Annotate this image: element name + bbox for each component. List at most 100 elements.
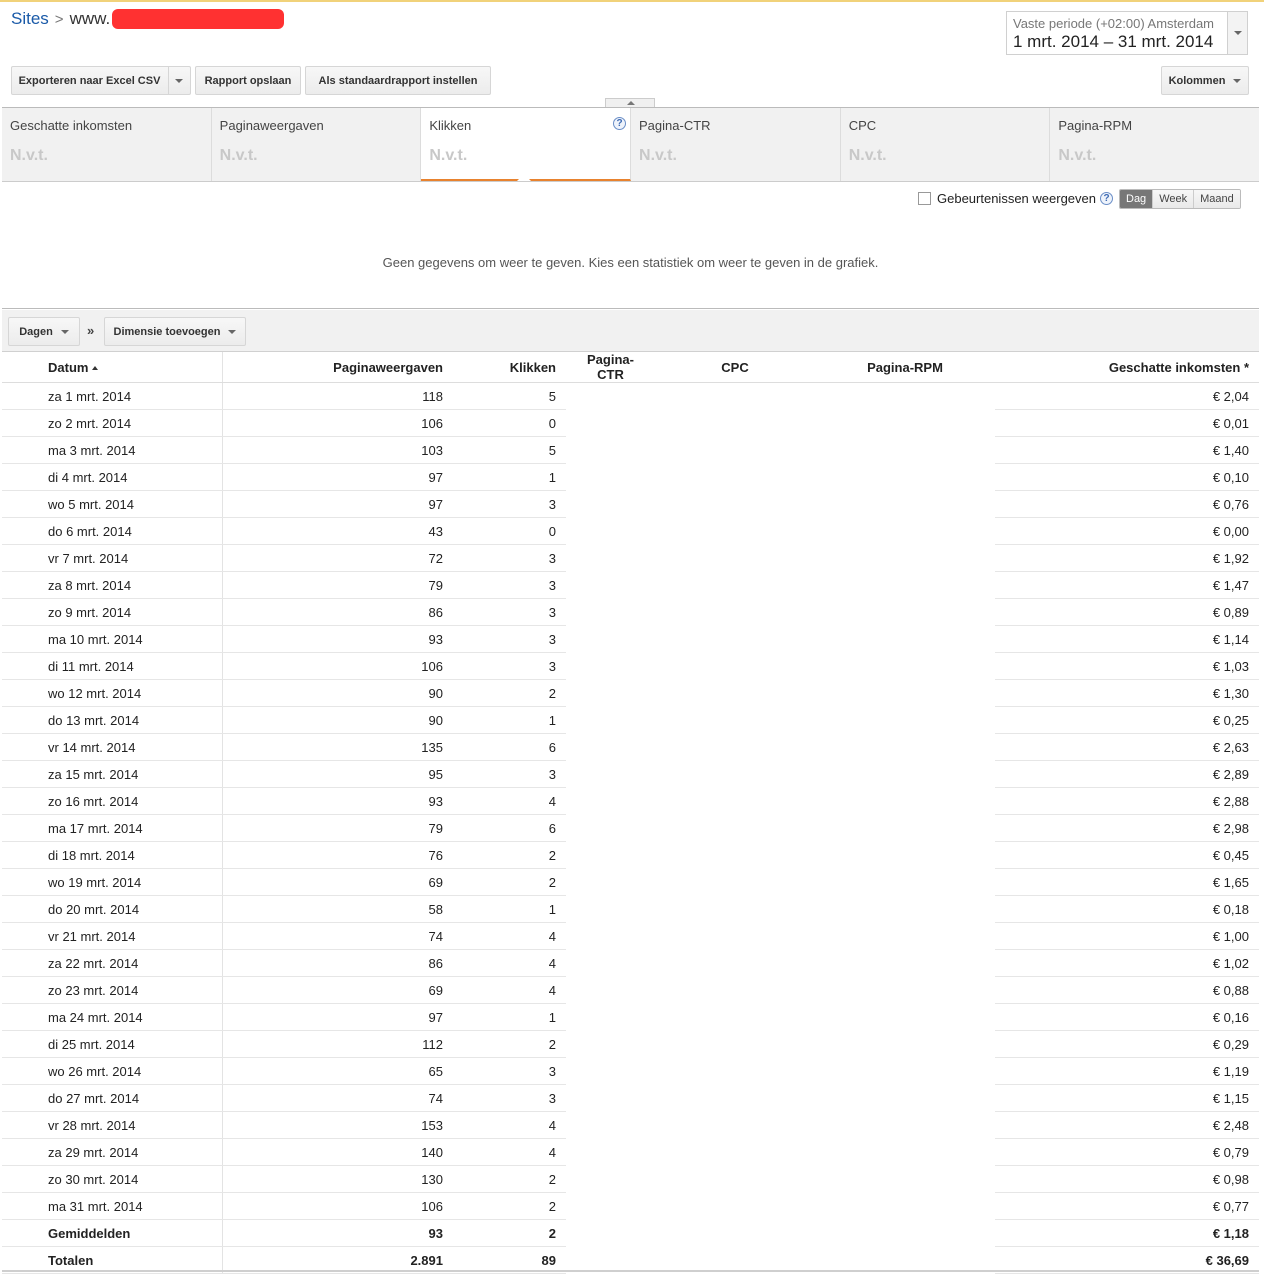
granularity-week[interactable]: Week	[1153, 190, 1195, 208]
cell-pageviews: 72	[222, 544, 453, 572]
cell-page-ctr	[566, 464, 655, 491]
table-row: do 27 mrt. 2014 74 3 € 1,15	[2, 1084, 1259, 1112]
metric-tab-pageviews[interactable]: Paginaweergaven N.v.t.	[212, 108, 422, 181]
show-events-checkbox[interactable]	[918, 192, 931, 205]
metric-value: N.v.t.	[639, 147, 677, 164]
metric-tab-cpc[interactable]: CPC N.v.t.	[841, 108, 1051, 181]
bottom-divider	[2, 1270, 1259, 1272]
date-range-dropdown[interactable]	[1227, 12, 1247, 54]
column-header-estimated-earnings[interactable]: Geschatte inkomsten *	[995, 352, 1259, 383]
table-row: za 1 mrt. 2014 118 5 € 2,04	[2, 382, 1259, 410]
cell-clicks: 5	[453, 382, 566, 410]
cell-date: vr 14 mrt. 2014	[2, 733, 223, 761]
cell-date: vr 7 mrt. 2014	[2, 544, 223, 572]
cell-date: wo 5 mrt. 2014	[2, 490, 223, 518]
cell-page-rpm	[815, 437, 995, 464]
cell-estimated-earnings: € 0,25	[995, 706, 1259, 734]
cell-clicks: 2	[453, 1165, 566, 1193]
cell-estimated-earnings: € 1,19	[995, 1057, 1259, 1085]
cell-clicks: 0	[453, 517, 566, 545]
table-row: di 25 mrt. 2014 112 2 € 0,29	[2, 1030, 1259, 1058]
table-header-row: Datum Paginaweergaven Klikken Pagina-CTR…	[2, 352, 1259, 383]
chevron-down-icon	[1234, 31, 1242, 35]
cell-date: zo 16 mrt. 2014	[2, 787, 223, 815]
metric-tab-clicks[interactable]: Klikken N.v.t. ?	[421, 108, 632, 181]
cell-page-rpm	[815, 572, 995, 599]
add-dimension-button[interactable]: Dimensie toevoegen	[104, 317, 246, 346]
cell-clicks: 4	[453, 922, 566, 950]
cell-page-ctr	[566, 788, 655, 815]
table-row: ma 17 mrt. 2014 79 6 € 2,98	[2, 814, 1259, 842]
granularity-day[interactable]: Dag	[1120, 190, 1154, 208]
cell-page-rpm	[815, 680, 995, 707]
column-header-date[interactable]: Datum	[2, 352, 223, 383]
cell-page-ctr	[566, 923, 655, 950]
cell-cpc	[655, 761, 815, 788]
cell-date: vr 21 mrt. 2014	[2, 922, 223, 950]
help-icon[interactable]: ?	[613, 117, 627, 130]
cell-cpc	[655, 1004, 815, 1031]
cell-page-rpm	[815, 869, 995, 896]
cell-estimated-earnings: € 0,29	[995, 1030, 1259, 1058]
export-csv-label: Exporteren naar Excel CSV	[18, 74, 161, 87]
save-report-button[interactable]: Rapport opslaan	[195, 66, 301, 95]
cell-pageviews: 69	[222, 868, 453, 896]
chevron-down-icon	[175, 78, 184, 83]
cell-page-ctr	[566, 437, 655, 464]
cell-estimated-earnings: € 1,47	[995, 571, 1259, 599]
cell-pageviews: 97	[222, 463, 453, 491]
date-range-value: 1 mrt. 2014 – 31 mrt. 2014	[1013, 32, 1214, 51]
metric-tab-page-ctr[interactable]: Pagina-CTR N.v.t.	[631, 108, 841, 181]
cell-page-rpm	[815, 1058, 995, 1085]
double-chevron-icon: »	[87, 323, 95, 338]
cell-pageviews: 135	[222, 733, 453, 761]
cell-date: di 4 mrt. 2014	[2, 463, 223, 491]
cell-clicks: 3	[453, 625, 566, 653]
breadcrumb-site-prefix: www.	[69, 9, 111, 28]
cell-date: za 22 mrt. 2014	[2, 949, 223, 977]
cell-page-rpm	[815, 707, 995, 734]
table-row: ma 10 mrt. 2014 93 3 € 1,14	[2, 625, 1259, 653]
cell-cpc	[655, 950, 815, 977]
cell-estimated-earnings: € 2,88	[995, 787, 1259, 815]
cell-clicks: 3	[453, 652, 566, 680]
column-header-pageviews[interactable]: Paginaweergaven	[222, 352, 453, 383]
cell-date: zo 23 mrt. 2014	[2, 976, 223, 1004]
cell-page-ctr	[566, 815, 655, 842]
column-header-page-ctr[interactable]: Pagina-CTR	[566, 352, 655, 383]
granularity-month[interactable]: Maand	[1194, 190, 1240, 208]
cell-estimated-earnings: € 1,18	[995, 1219, 1259, 1247]
cell-clicks: 1	[453, 895, 566, 923]
cell-cpc	[655, 734, 815, 761]
column-header-page-rpm[interactable]: Pagina-RPM	[815, 352, 995, 383]
cell-date: wo 26 mrt. 2014	[2, 1057, 223, 1085]
help-icon[interactable]: ?	[1100, 192, 1113, 205]
show-events-toggle[interactable]: Gebeurtenissen weergeven ?	[918, 191, 1113, 206]
table-row: zo 16 mrt. 2014 93 4 € 2,88	[2, 787, 1259, 815]
cell-page-rpm	[815, 896, 995, 923]
cell-clicks: 3	[453, 571, 566, 599]
days-dimension-button[interactable]: Dagen	[8, 317, 80, 346]
breadcrumb-sites-link[interactable]: Sites	[11, 9, 49, 29]
column-header-label: Datum	[48, 359, 89, 375]
metric-tab-page-rpm[interactable]: Pagina-RPM N.v.t.	[1050, 108, 1259, 181]
date-range-picker[interactable]: Vaste periode (+02:00) Amsterdam 1 mrt. …	[1006, 11, 1248, 55]
cell-estimated-earnings: € 0,79	[995, 1138, 1259, 1166]
metric-tab-estimated-earnings[interactable]: Geschatte inkomsten N.v.t.	[2, 108, 212, 181]
cell-page-rpm	[815, 1193, 995, 1220]
cell-pageviews: 106	[222, 409, 453, 437]
column-header-cpc[interactable]: CPC	[655, 352, 815, 383]
cell-date: ma 10 mrt. 2014	[2, 625, 223, 653]
cell-page-ctr	[566, 1058, 655, 1085]
cell-pageviews: 93	[222, 1219, 453, 1247]
columns-button[interactable]: Kolommen	[1161, 66, 1249, 95]
export-csv-button[interactable]: Exporteren naar Excel CSV	[11, 66, 191, 95]
cell-cpc	[655, 680, 815, 707]
cell-page-ctr	[566, 653, 655, 680]
cell-page-rpm	[815, 653, 995, 680]
set-default-report-button[interactable]: Als standaardrapport instellen	[305, 66, 491, 95]
cell-clicks: 0	[453, 409, 566, 437]
cell-cpc	[655, 545, 815, 572]
cell-page-ctr	[566, 761, 655, 788]
column-header-clicks[interactable]: Klikken	[453, 352, 566, 383]
